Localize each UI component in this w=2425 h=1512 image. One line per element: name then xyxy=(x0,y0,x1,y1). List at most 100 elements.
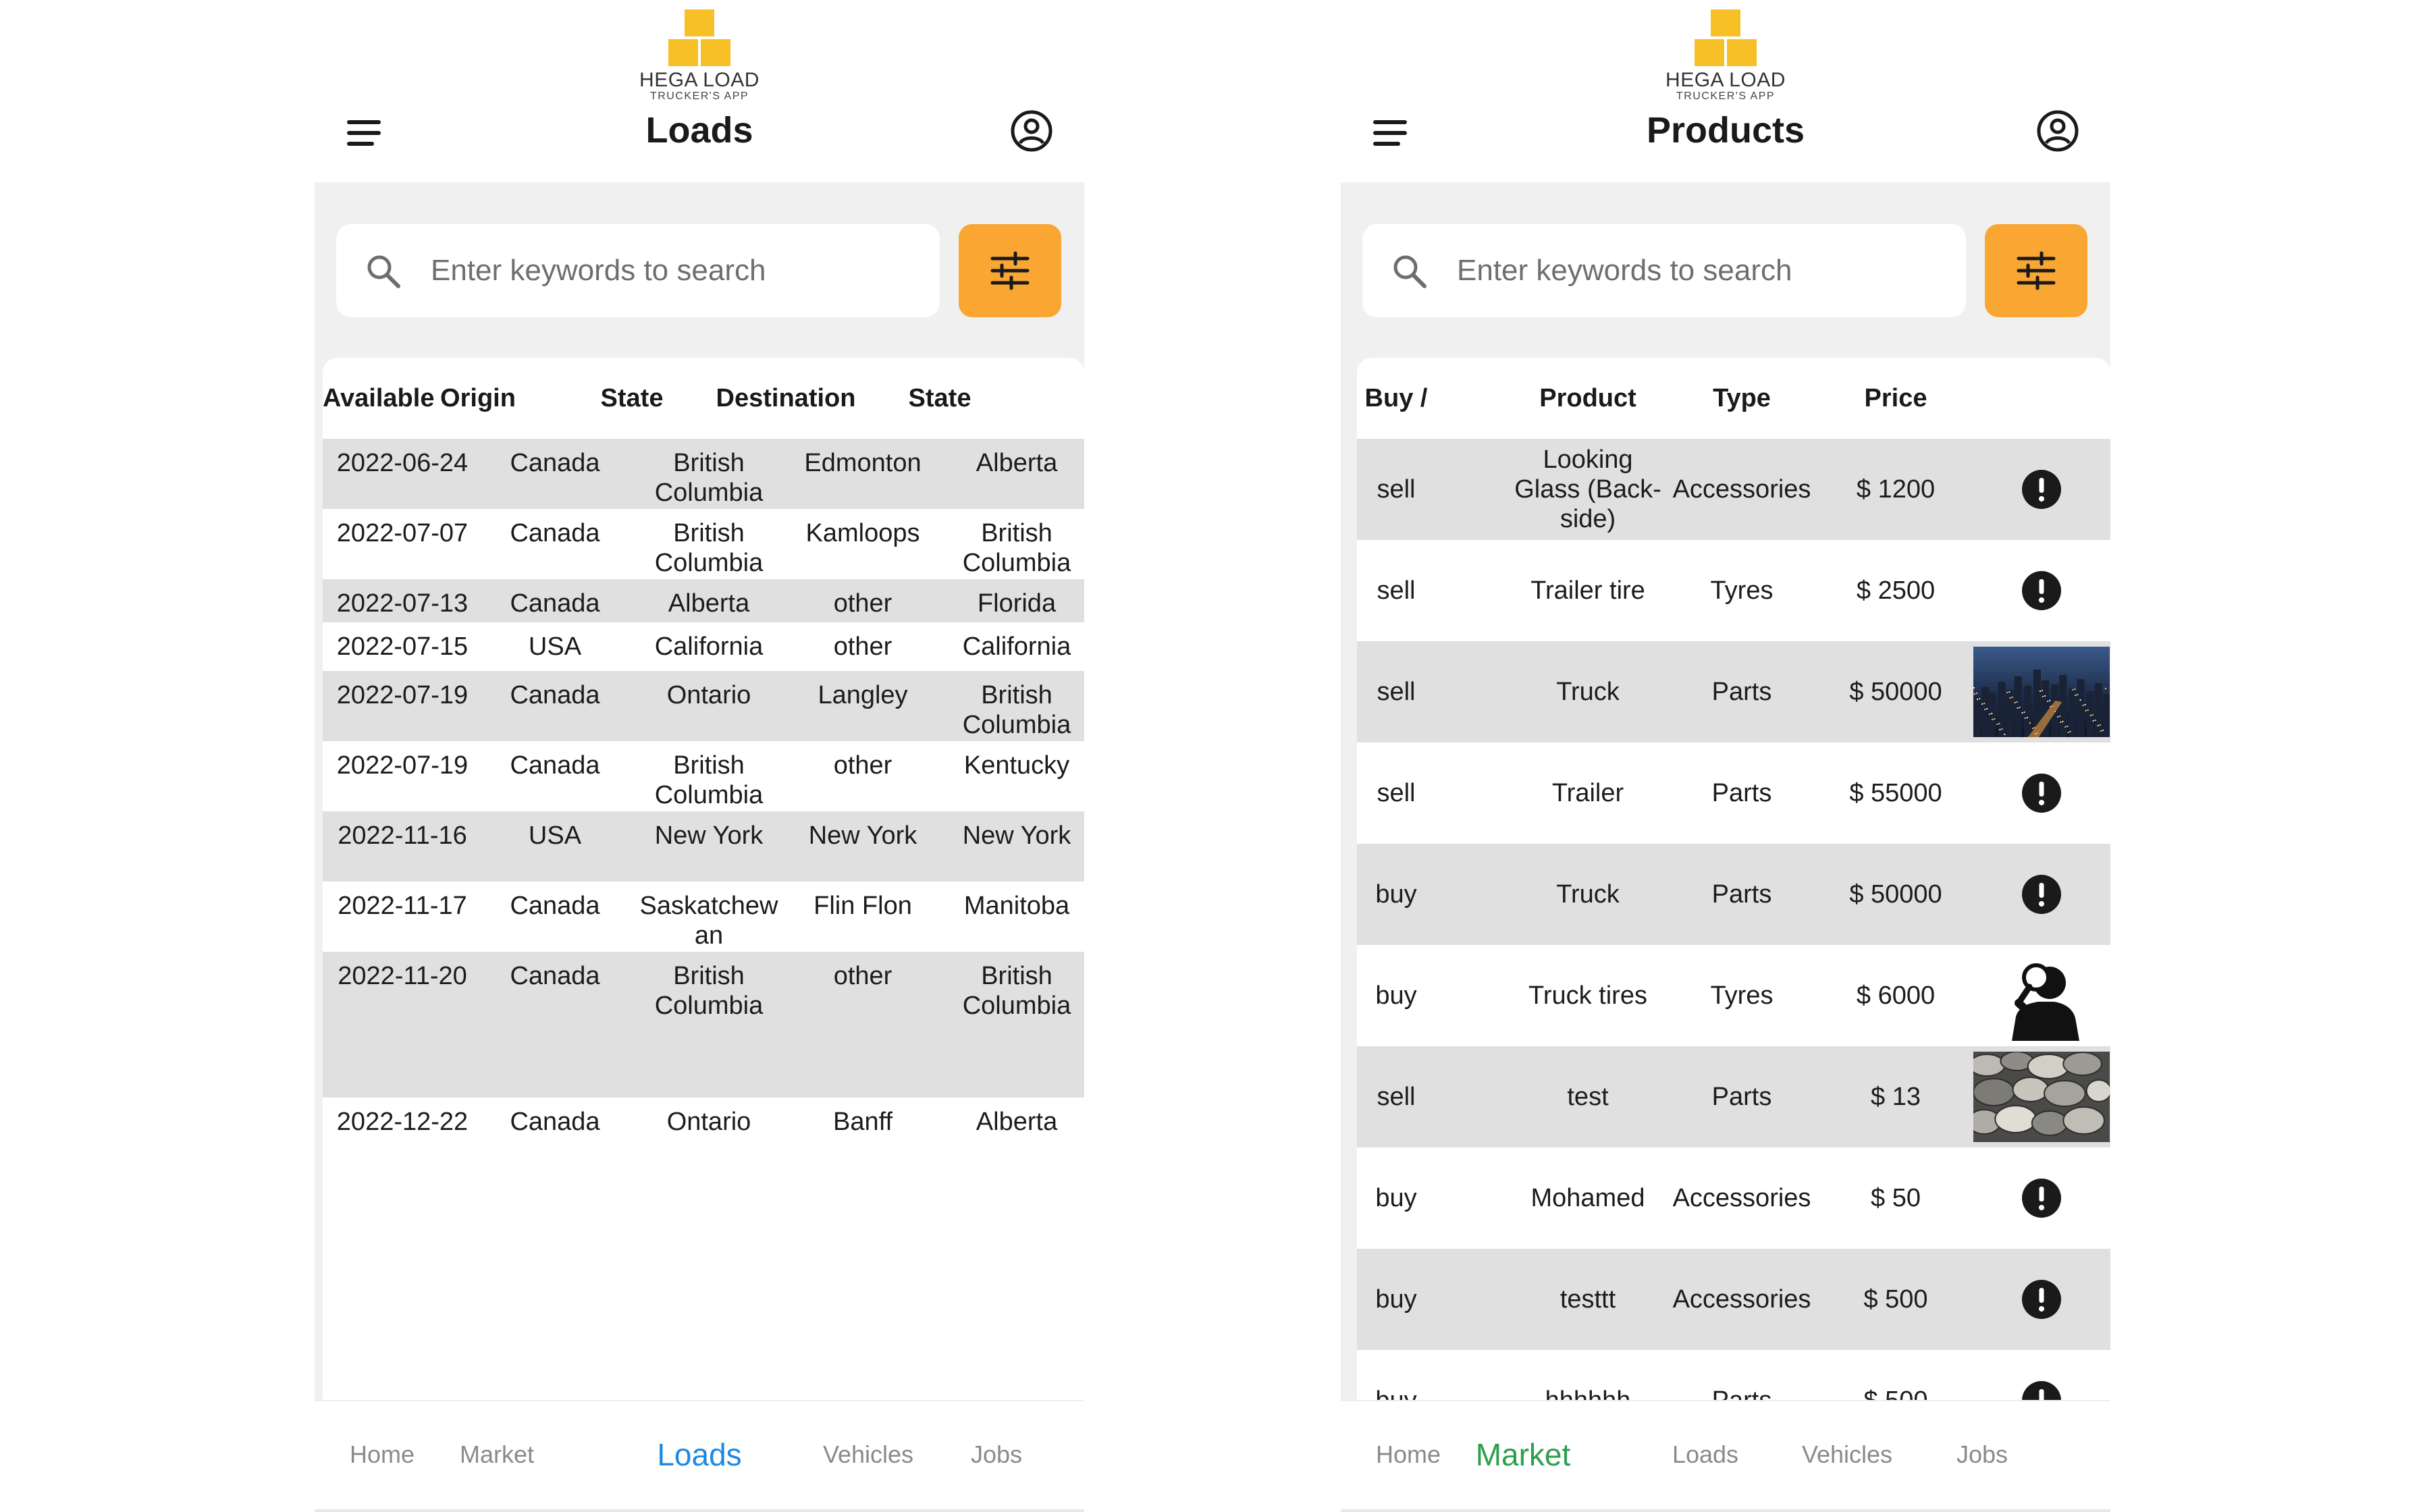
table-row[interactable]: buy Mohamed Accessories $ 50 xyxy=(1357,1148,2110,1249)
cell-product: hhhhhh xyxy=(1511,1350,1665,1400)
cell-image[interactable] xyxy=(1973,1148,2110,1249)
col-product[interactable]: Product xyxy=(1511,358,1665,439)
filter-button[interactable] xyxy=(959,224,1061,317)
search-input[interactable] xyxy=(1457,240,1943,301)
table-row[interactable]: 2022-07-19 Canada Ontario Langley British Col… xyxy=(323,671,1084,741)
cell-available: 2022-07-13 xyxy=(336,589,469,618)
cell-image[interactable] xyxy=(1973,1046,2110,1148)
cell-origin-state: British Columbia xyxy=(632,518,786,578)
col-buy-sell[interactable]: Buy / Sell xyxy=(1357,358,1435,493)
table-row[interactable]: sell Trailer Parts $ 55000 xyxy=(1357,742,2110,844)
cell-product: Looking Glass (Back-side) xyxy=(1511,439,1665,540)
col-price[interactable]: Price xyxy=(1819,358,1973,439)
cell-destination: Flin Flon xyxy=(814,892,912,920)
cell-line: Truck xyxy=(1556,880,1620,909)
table-row[interactable]: 2022-07-19 Canada British Columbia other Kent… xyxy=(323,741,1084,811)
col-origin-state[interactable]: State xyxy=(555,358,709,439)
table-row[interactable]: 2022-07-07 Canada British Columbia Kamloops B… xyxy=(323,509,1084,579)
logo-title: HEGA LOAD xyxy=(639,69,760,91)
cell-image[interactable] xyxy=(1973,1249,2110,1350)
table-row[interactable]: buy testtt Accessories $ 500 xyxy=(1357,1249,2110,1350)
cell-available: 2022-07-19 xyxy=(336,681,469,709)
cell-dest-state: Kentucky xyxy=(940,751,1084,780)
cell-image[interactable] xyxy=(1973,742,2110,844)
cell-origin: USA xyxy=(528,821,582,850)
cell-price: $ 500 xyxy=(1819,1350,1973,1400)
table-row[interactable]: buy Truck Parts $ 50000 xyxy=(1357,844,2110,945)
cell-type: Parts xyxy=(1665,1350,1819,1400)
table-row[interactable]: 2022-06-24 Canada British Columbia Edmonton A… xyxy=(323,439,1084,509)
cell-destination: Kamloops xyxy=(805,519,920,547)
search-input[interactable] xyxy=(431,240,917,301)
table-row[interactable]: 2022-12-22 Canada Ontario Banff Alberta xyxy=(323,1098,1084,1199)
cell-line: Columbia xyxy=(962,549,1071,577)
table-row[interactable]: buy Truck tires Tyres $ 6000 xyxy=(1357,945,2110,1046)
cell-image[interactable] xyxy=(1973,439,2110,540)
cell-line: Alberta xyxy=(976,449,1058,477)
city-photo-thumbnail[interactable] xyxy=(1973,647,2110,737)
table-header: Buy / Sell Product Type Price xyxy=(1357,358,2110,493)
cell-line: British xyxy=(673,519,745,547)
cell-dest-state: Florida xyxy=(940,589,1084,618)
cell-line: side) xyxy=(1560,505,1616,533)
nav-loads[interactable]: Loads xyxy=(1638,1440,1773,1469)
profile-icon[interactable] xyxy=(1010,109,1053,153)
col-dest-state[interactable]: State xyxy=(863,358,1017,439)
bottom-nav: Home Market Loads Vehicles Jobs xyxy=(1341,1400,2110,1512)
table-row[interactable]: buy hhhhhh Parts$ 500 xyxy=(1357,1350,2110,1400)
pebbles-photo-thumbnail[interactable] xyxy=(1973,1052,2110,1142)
table-row[interactable]: 2022-11-20 Canada British Columbia other Brit… xyxy=(323,952,1084,1098)
cell-origin-state: California xyxy=(632,632,786,662)
nav-market[interactable]: Market xyxy=(1442,1436,1604,1473)
cell-origin: USA xyxy=(528,632,582,661)
cell-product: Truck xyxy=(1511,844,1665,945)
profile-icon[interactable] xyxy=(2036,109,2079,153)
cell-line: British xyxy=(673,449,745,477)
cell-line: British xyxy=(981,681,1052,709)
app-logo: HEGA LOAD TRUCKER'S APP xyxy=(315,7,1084,102)
nav-market[interactable]: Market xyxy=(429,1440,564,1469)
cell-product: test xyxy=(1511,1046,1665,1148)
nav-vehicles[interactable]: Vehicles xyxy=(801,1440,936,1469)
cell-line: California xyxy=(654,632,764,661)
table-row[interactable]: 2022-07-13 Canada Alberta other Florida xyxy=(323,579,1084,622)
cell-line: Mohamed xyxy=(1530,1184,1645,1212)
filter-button[interactable] xyxy=(1985,224,2087,317)
page-title: Loads xyxy=(645,110,753,151)
table-row[interactable]: 2022-07-15 USA California other California xyxy=(323,622,1084,671)
table-row[interactable]: sell Truck Parts $ 50000 xyxy=(1357,641,2110,742)
col-available[interactable]: Available xyxy=(323,358,434,439)
alert-icon xyxy=(2022,875,2061,914)
cell-image[interactable] xyxy=(1973,540,2110,641)
app-logo: HEGA LOAD TRUCKER'S APP xyxy=(1341,7,2110,102)
cell-available: 2022-07-15 xyxy=(336,632,469,661)
col-destination[interactable]: Destination xyxy=(709,358,863,439)
cell-image[interactable] xyxy=(1973,945,2110,1046)
menu-icon[interactable] xyxy=(1373,120,1407,147)
search-box[interactable] xyxy=(336,224,940,317)
cell-buy-sell: buy xyxy=(1375,880,1417,909)
nav-jobs[interactable]: Jobs xyxy=(936,1440,1057,1469)
cell-product: Mohamed xyxy=(1511,1148,1665,1249)
cell-product: testtt xyxy=(1511,1249,1665,1350)
cell-image[interactable] xyxy=(1973,844,2110,945)
table-row[interactable]: 2022-11-17 Canada Saskatchew an Flin Flon Man… xyxy=(323,882,1084,952)
table-row[interactable]: sell Looking Glass (Back-side) Accessories $… xyxy=(1357,439,2110,540)
cell-image[interactable] xyxy=(1973,1350,2110,1400)
searching-person-icon[interactable] xyxy=(1973,950,2110,1041)
nav-vehicles[interactable]: Vehicles xyxy=(1773,1440,1921,1469)
col-type[interactable]: Type xyxy=(1665,358,1819,439)
search-box[interactable] xyxy=(1362,224,1966,317)
menu-icon[interactable] xyxy=(347,120,381,147)
cell-origin: Canada xyxy=(510,449,600,477)
cell-available: 2022-06-24 xyxy=(336,449,469,477)
table-row[interactable]: sell Trailer tire Tyres $ 2500 xyxy=(1357,540,2110,641)
nav-jobs[interactable]: Jobs xyxy=(1921,1440,2043,1469)
col-origin[interactable]: Origin xyxy=(401,358,555,439)
table-row[interactable]: 2022-11-16 USA New York New York New York xyxy=(323,811,1084,882)
table-row[interactable]: sell test Parts $ 13 xyxy=(1357,1046,2110,1148)
cell-image[interactable] xyxy=(1973,641,2110,742)
nav-loads[interactable]: Loads xyxy=(625,1436,774,1473)
cell-buy-sell: sell xyxy=(1377,576,1416,605)
cell-dest-state: British Columbia xyxy=(940,518,1084,578)
